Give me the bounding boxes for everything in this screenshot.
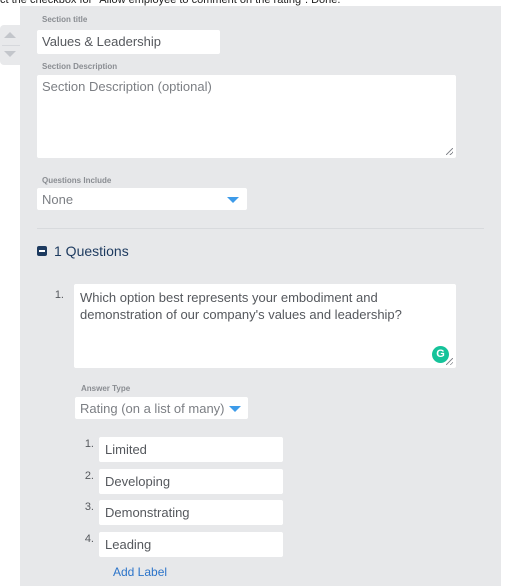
move-up-icon[interactable] (4, 32, 16, 38)
answer-type-select[interactable]: Rating (on a list of many) (75, 397, 248, 419)
rating-label-input[interactable]: Developing (99, 469, 283, 494)
questions-include-select[interactable]: None (37, 188, 247, 210)
reorder-controls (0, 25, 20, 65)
question-text: Which option best represents your embodi… (80, 290, 402, 322)
rating-label-input[interactable]: Leading (99, 532, 283, 557)
questions-include-label: Questions Include (42, 176, 112, 185)
rating-label-number: 3. (84, 501, 94, 513)
answer-type-label: Answer Type (81, 384, 131, 393)
add-label-link[interactable]: Add Label (113, 565, 167, 579)
collapse-icon[interactable] (37, 246, 47, 256)
chevron-down-icon (227, 197, 239, 203)
chevron-down-icon (229, 406, 241, 412)
answer-type-value: Rating (on a list of many) (80, 401, 225, 416)
question-number: 1. (54, 289, 64, 301)
section-description-textarea[interactable]: Section Description (optional) (37, 75, 456, 158)
rating-label-number: 2. (84, 470, 94, 482)
resize-handle-icon[interactable] (446, 148, 453, 155)
question-text-textarea[interactable]: Which option best represents your embodi… (74, 284, 456, 368)
rating-label-input[interactable]: Limited (99, 437, 283, 462)
section-divider (37, 228, 484, 229)
section-title-input[interactable]: Values & Leadership (37, 30, 220, 54)
questions-heading[interactable]: 1 Questions (54, 243, 129, 259)
move-down-icon[interactable] (4, 51, 16, 57)
section-title-label: Section title (42, 15, 88, 24)
rating-label-input[interactable]: Demonstrating (99, 500, 283, 525)
resize-handle-icon[interactable] (446, 358, 453, 365)
reorder-divider (2, 45, 20, 46)
rating-label-number: 1. (84, 438, 94, 450)
section-description-label: Section Description (42, 62, 118, 71)
rating-label-number: 4. (84, 533, 94, 545)
questions-include-value: None (42, 192, 74, 207)
section-description-placeholder: Section Description (optional) (42, 79, 212, 94)
